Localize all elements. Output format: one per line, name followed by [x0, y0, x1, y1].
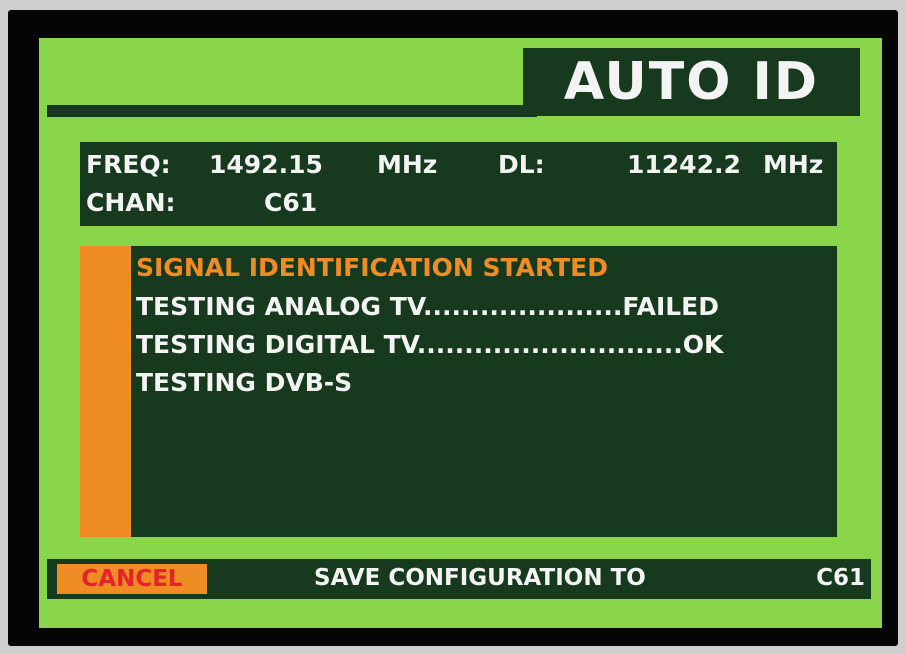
- log-line-digital-tv: TESTING DIGITAL TV......................…: [136, 330, 724, 359]
- display-screen: AUTO ID FREQ: 1492.15 MHz DL: 11242.2 MH…: [39, 38, 882, 628]
- screen-frame: AUTO ID FREQ: 1492.15 MHz DL: 11242.2 MH…: [8, 10, 898, 646]
- channel-label: CHAN:: [86, 188, 176, 217]
- cancel-button[interactable]: CANCEL: [57, 564, 207, 594]
- footer-bar: CANCEL SAVE CONFIGURATION TO C61: [47, 559, 871, 599]
- channel-value: C61: [264, 188, 318, 217]
- freq-label: FREQ:: [86, 150, 171, 179]
- downlink-value: 11242.2: [627, 150, 741, 179]
- cancel-button-label: CANCEL: [81, 565, 183, 592]
- log-line-dvb-s: TESTING DVB-S: [136, 368, 353, 397]
- log-accent-stripe: [80, 246, 131, 537]
- save-configuration-label: SAVE CONFIGURATION TO: [314, 565, 646, 591]
- page-title: AUTO ID: [563, 52, 820, 112]
- downlink-unit: MHz: [763, 150, 824, 179]
- log-line-analog-tv: TESTING ANALOG TV.....................FA…: [136, 292, 720, 321]
- log-header: SIGNAL IDENTIFICATION STARTED: [136, 253, 608, 282]
- downlink-label: DL:: [498, 150, 545, 179]
- save-channel-value: C61: [816, 565, 865, 591]
- freq-unit: MHz: [377, 150, 438, 179]
- title-panel: AUTO ID: [523, 48, 860, 116]
- freq-value: 1492.15: [209, 150, 323, 179]
- identification-log-panel: SIGNAL IDENTIFICATION STARTED TESTING AN…: [80, 246, 837, 537]
- title-underline: [47, 105, 537, 117]
- device-bezel: AUTO ID FREQ: 1492.15 MHz DL: 11242.2 MH…: [0, 0, 906, 654]
- tuning-info-panel: FREQ: 1492.15 MHz DL: 11242.2 MHz CHAN: …: [80, 142, 837, 226]
